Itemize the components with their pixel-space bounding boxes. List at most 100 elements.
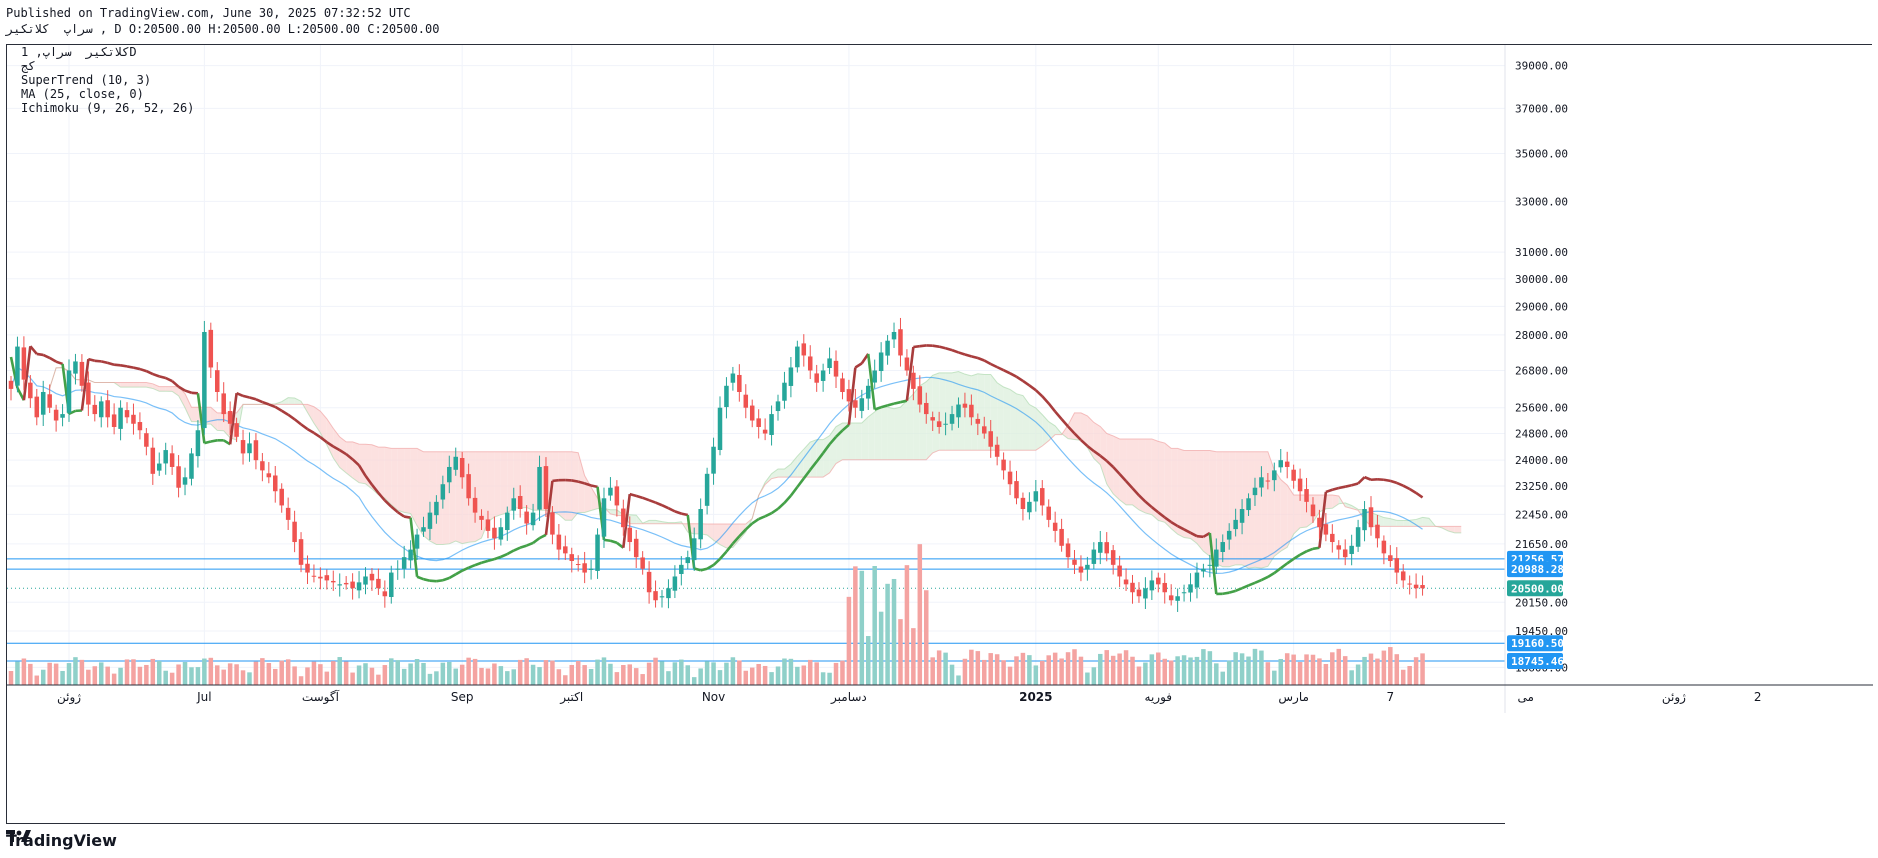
legend-supertrend[interactable]: SuperTrend (10, 3) <box>21 73 151 87</box>
supertrend-segment <box>1299 550 1308 556</box>
volume-bar <box>1130 656 1135 685</box>
volume-bar <box>917 544 923 685</box>
volume-bar <box>343 661 349 685</box>
y-tick-label: 22450.00 <box>1515 508 1568 521</box>
cloud-segment <box>629 514 637 524</box>
volume-bar <box>1052 652 1058 685</box>
legend-ma[interactable]: MA (25, close, 0) <box>21 87 144 101</box>
candle-body <box>453 456 458 470</box>
candle-body <box>659 596 665 598</box>
supertrend-segment <box>1060 418 1070 428</box>
supertrend-segment <box>610 539 618 545</box>
candle-body <box>1272 470 1277 481</box>
volume-bar <box>1156 652 1161 685</box>
volume-bar <box>1252 648 1258 685</box>
candle-body <box>253 440 259 461</box>
candle-body <box>8 380 14 389</box>
y-tick-label: 33000.00 <box>1515 195 1568 208</box>
volume-bar <box>292 666 297 685</box>
cloud-segment <box>1119 438 1127 505</box>
candle-body <box>543 466 549 510</box>
candle-body <box>260 461 265 471</box>
y-tick-label: 35000.00 <box>1515 148 1568 161</box>
supertrend-segment <box>416 575 424 581</box>
candle-body <box>621 508 626 528</box>
candle-body <box>505 512 510 531</box>
volume-bar <box>1136 666 1142 685</box>
candle-body <box>240 440 246 454</box>
volume-bar <box>640 674 645 685</box>
volume-bar <box>756 663 761 685</box>
cloud-segment <box>378 447 385 499</box>
cloud-segment <box>127 382 134 388</box>
cloud-segment <box>1035 408 1043 451</box>
x-tick-label: 2 <box>1754 690 1762 704</box>
published-header: Published on TradingView.com, June 30, 2… <box>6 6 411 20</box>
candle-body <box>1388 555 1393 561</box>
candle-body <box>176 466 181 488</box>
supertrend-segment <box>1364 475 1372 481</box>
volume-bar <box>1065 652 1071 685</box>
volume-bar <box>898 619 903 685</box>
volume-bar <box>878 611 884 685</box>
candle-body <box>911 372 916 389</box>
chart-frame[interactable]: 39000.00 37000.00 35000.00 33000.00 31000.00… <box>6 44 1873 825</box>
volume-bar <box>227 663 233 685</box>
x-tick-label: ژوئن <box>57 690 81 705</box>
supertrend-segment <box>1015 375 1024 383</box>
price-chart[interactable]: 39000.00 37000.00 35000.00 33000.00 31000.00… <box>7 45 1873 825</box>
candle-body <box>1156 577 1161 585</box>
candle-body <box>395 568 400 570</box>
supertrend-segment <box>191 391 199 395</box>
volume-bar <box>434 671 439 685</box>
supertrend-segment <box>293 418 302 426</box>
candle-body <box>1007 471 1013 485</box>
volume-bar <box>1355 664 1361 685</box>
candle-body <box>923 402 929 415</box>
candle-body <box>195 430 201 457</box>
candle-body <box>1130 582 1135 593</box>
volume-bar <box>1175 656 1180 685</box>
supertrend-segment <box>854 362 863 369</box>
supertrend-segment <box>1279 562 1288 570</box>
volume-bar <box>240 670 246 685</box>
cloud-segment <box>487 451 495 522</box>
volume-bar <box>749 667 755 685</box>
volume-bar <box>923 590 929 685</box>
supertrend-segment <box>571 479 579 483</box>
candle-body <box>788 367 794 386</box>
supertrend-segment <box>706 563 715 570</box>
candle-body <box>865 385 871 399</box>
brand[interactable]: TradingView <box>6 828 117 852</box>
candle-body <box>169 453 175 467</box>
candle-body <box>79 361 85 386</box>
tradingview-logo-icon <box>6 830 31 842</box>
volume-bar <box>414 659 420 685</box>
candle-body <box>1239 509 1245 523</box>
cloud-segment <box>1158 441 1165 523</box>
legend-ichimoku[interactable]: Ichimoku (9, 26, 52, 26) <box>21 101 194 115</box>
candle-body <box>1207 564 1213 566</box>
candle-body <box>524 511 529 524</box>
volume-bar <box>105 666 110 685</box>
volume-bar <box>795 666 800 685</box>
volume-bar <box>1310 654 1316 685</box>
volume-bar <box>1001 660 1006 685</box>
legend-symbol: کلاتکیر سراپ, 1D <box>21 45 137 59</box>
cloud-segment <box>429 451 437 545</box>
candle-body <box>1117 565 1122 577</box>
volume-bar <box>1123 650 1129 685</box>
volume-bar <box>221 669 226 685</box>
supertrend-segment <box>1286 557 1295 565</box>
supertrend-segment <box>1028 384 1037 392</box>
supertrend-segment <box>55 360 63 366</box>
volume-bar <box>28 663 33 685</box>
volume-bar <box>1375 658 1380 685</box>
candle-body <box>1136 589 1142 597</box>
cloud-segment <box>874 407 882 460</box>
candle-body <box>1278 460 1284 468</box>
candle-body <box>556 534 562 550</box>
supertrend-segment <box>306 427 315 435</box>
candle-body <box>337 584 342 586</box>
volume-bar <box>131 659 136 685</box>
